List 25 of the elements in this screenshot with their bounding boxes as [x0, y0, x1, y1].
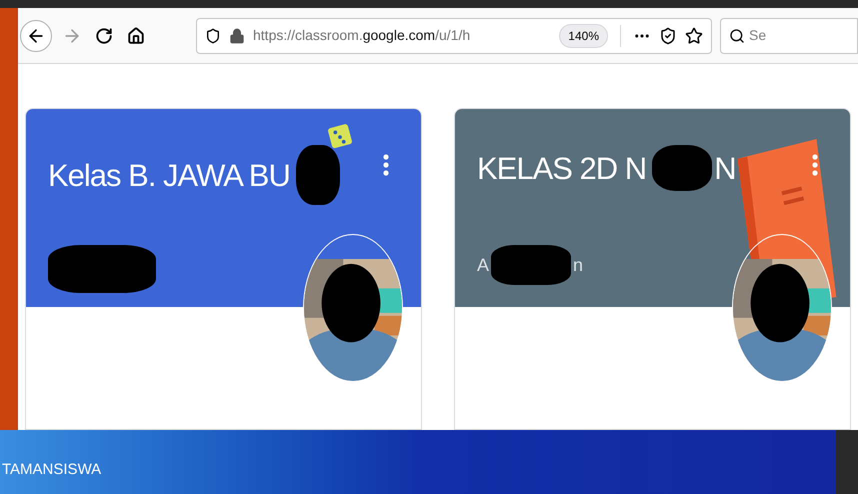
class-card[interactable]: KELAS 2D N N A n	[454, 108, 851, 430]
bookmark-star-icon[interactable]	[685, 26, 703, 44]
class-card[interactable]: Kelas B. JAWA BU	[25, 108, 422, 430]
class-subtitle-end: n	[573, 254, 584, 276]
home-icon	[127, 26, 145, 44]
zoom-level[interactable]: 140%	[559, 24, 608, 48]
more-icon	[812, 154, 818, 176]
search-input[interactable]: Se	[749, 25, 779, 46]
redaction-mark	[652, 145, 712, 191]
url-text: https://classroom.google.com/u/1/h	[253, 26, 472, 45]
class-title[interactable]: KELAS 2D N	[477, 152, 646, 184]
more-icon	[383, 154, 389, 176]
back-button[interactable]	[20, 20, 52, 52]
shield-icon	[205, 28, 221, 44]
search-icon	[729, 28, 745, 44]
class-title-end: N	[714, 152, 737, 184]
banner-text: TAMANSISWA	[2, 460, 102, 480]
search-field[interactable]: Se	[720, 18, 858, 54]
lock-icon	[229, 28, 245, 44]
class-subtitle-start: A	[477, 254, 490, 276]
reload-icon	[95, 26, 113, 44]
pocket-icon[interactable]	[659, 26, 677, 44]
class-title[interactable]: Kelas B. JAWA BU	[48, 160, 290, 190]
address-bar[interactable]: https://classroom.google.com/u/1/h 140%	[196, 18, 712, 54]
redaction-mark	[296, 145, 340, 205]
